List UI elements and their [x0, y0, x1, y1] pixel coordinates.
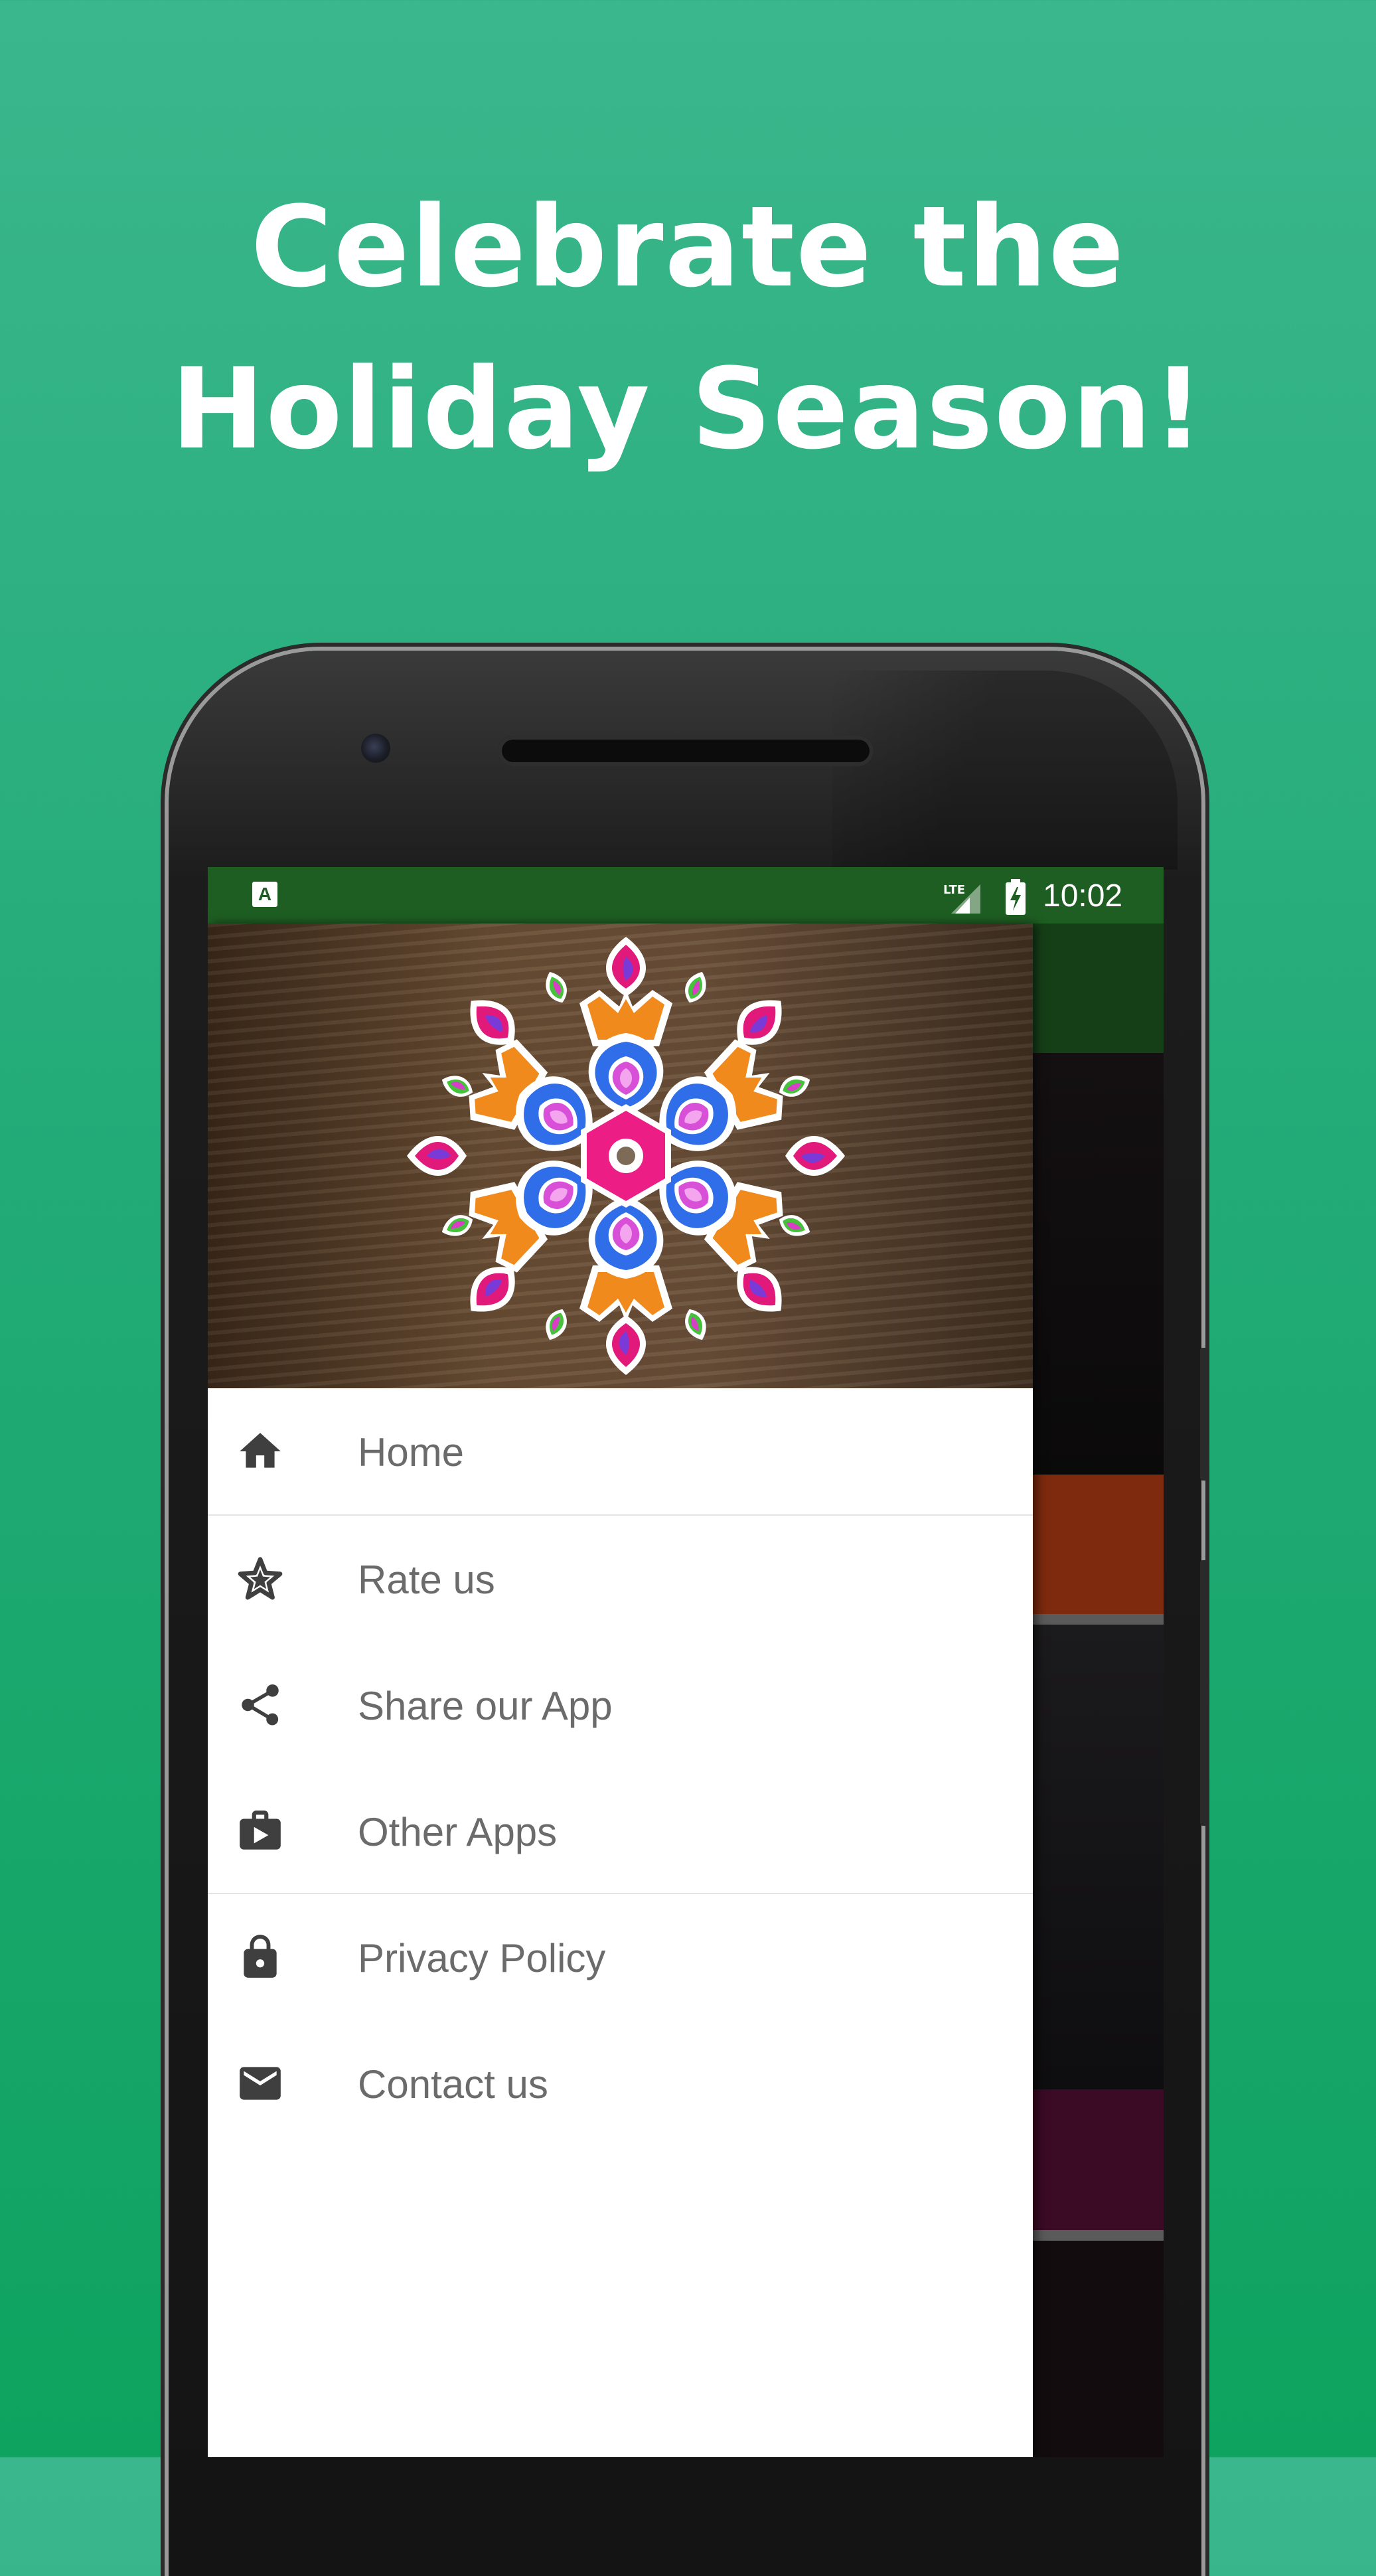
- menu-label-home: Home: [358, 1430, 465, 1475]
- background-card-divider: [1033, 1614, 1164, 1625]
- background-card-3: [1033, 2241, 1164, 2457]
- navigation-drawer: Home Rate us Share our App Other Apps Pr…: [208, 924, 1033, 2457]
- play-store-bag-icon: [240, 1811, 281, 1850]
- menu-label-privacy-policy: Privacy Policy: [358, 1936, 606, 1980]
- front-camera: [361, 734, 390, 763]
- star-icon: [238, 1557, 283, 1600]
- menu-item-share-app[interactable]: Share our App: [208, 1642, 1033, 1768]
- lock-icon: [244, 1935, 277, 1978]
- status-time: 10:02: [1043, 878, 1123, 914]
- mail-icon: [240, 2067, 281, 2100]
- rangoli-image: [407, 937, 845, 1375]
- menu-item-contact-us[interactable]: Contact us: [208, 2020, 1033, 2146]
- power-button: [1200, 1560, 1209, 1826]
- share-icon: [242, 1684, 279, 1726]
- phone-screen: A LTE 10:02 Home Rate us Share our App O…: [208, 867, 1164, 2457]
- background-card-2: [1033, 1625, 1164, 2089]
- keyboard-notification-icon: A: [252, 882, 277, 907]
- battery-charging-icon: [1006, 879, 1026, 915]
- background-card-2-banner: [1033, 2089, 1164, 2230]
- menu-label-other-apps: Other Apps: [358, 1810, 558, 1854]
- background-card-1-banner: [1033, 1475, 1164, 1614]
- menu-label-share-app: Share our App: [358, 1684, 613, 1728]
- menu-label-rate-us: Rate us: [358, 1558, 495, 1602]
- lte-signal-icon: LTE: [943, 883, 980, 914]
- menu-item-rate-us[interactable]: Rate us: [208, 1516, 1033, 1642]
- promo-headline-line-1: Celebrate the: [250, 182, 1126, 312]
- background-toolbar: [1033, 924, 1164, 1053]
- promo-headline-line-2: Holiday Season!: [171, 344, 1205, 474]
- phone-reflection: [832, 671, 1178, 870]
- status-bar: A LTE 10:02: [208, 867, 1164, 924]
- menu-item-other-apps[interactable]: Other Apps: [208, 1768, 1033, 1894]
- drawer-header: [208, 924, 1033, 1388]
- menu-label-contact-us: Contact us: [358, 2062, 548, 2107]
- lte-label: LTE: [943, 883, 965, 897]
- menu-item-home[interactable]: Home: [208, 1388, 1033, 1514]
- background-card-1: [1033, 1053, 1164, 1475]
- volume-button: [1200, 1348, 1209, 1481]
- background-app-content: [1033, 924, 1164, 2457]
- menu-item-privacy-policy[interactable]: Privacy Policy: [208, 1894, 1033, 2020]
- earpiece-speaker: [498, 736, 874, 766]
- home-icon: [240, 1433, 281, 1468]
- promo-headline: Celebrate the Holiday Season!: [0, 166, 1376, 490]
- background-card-divider-2: [1033, 2230, 1164, 2241]
